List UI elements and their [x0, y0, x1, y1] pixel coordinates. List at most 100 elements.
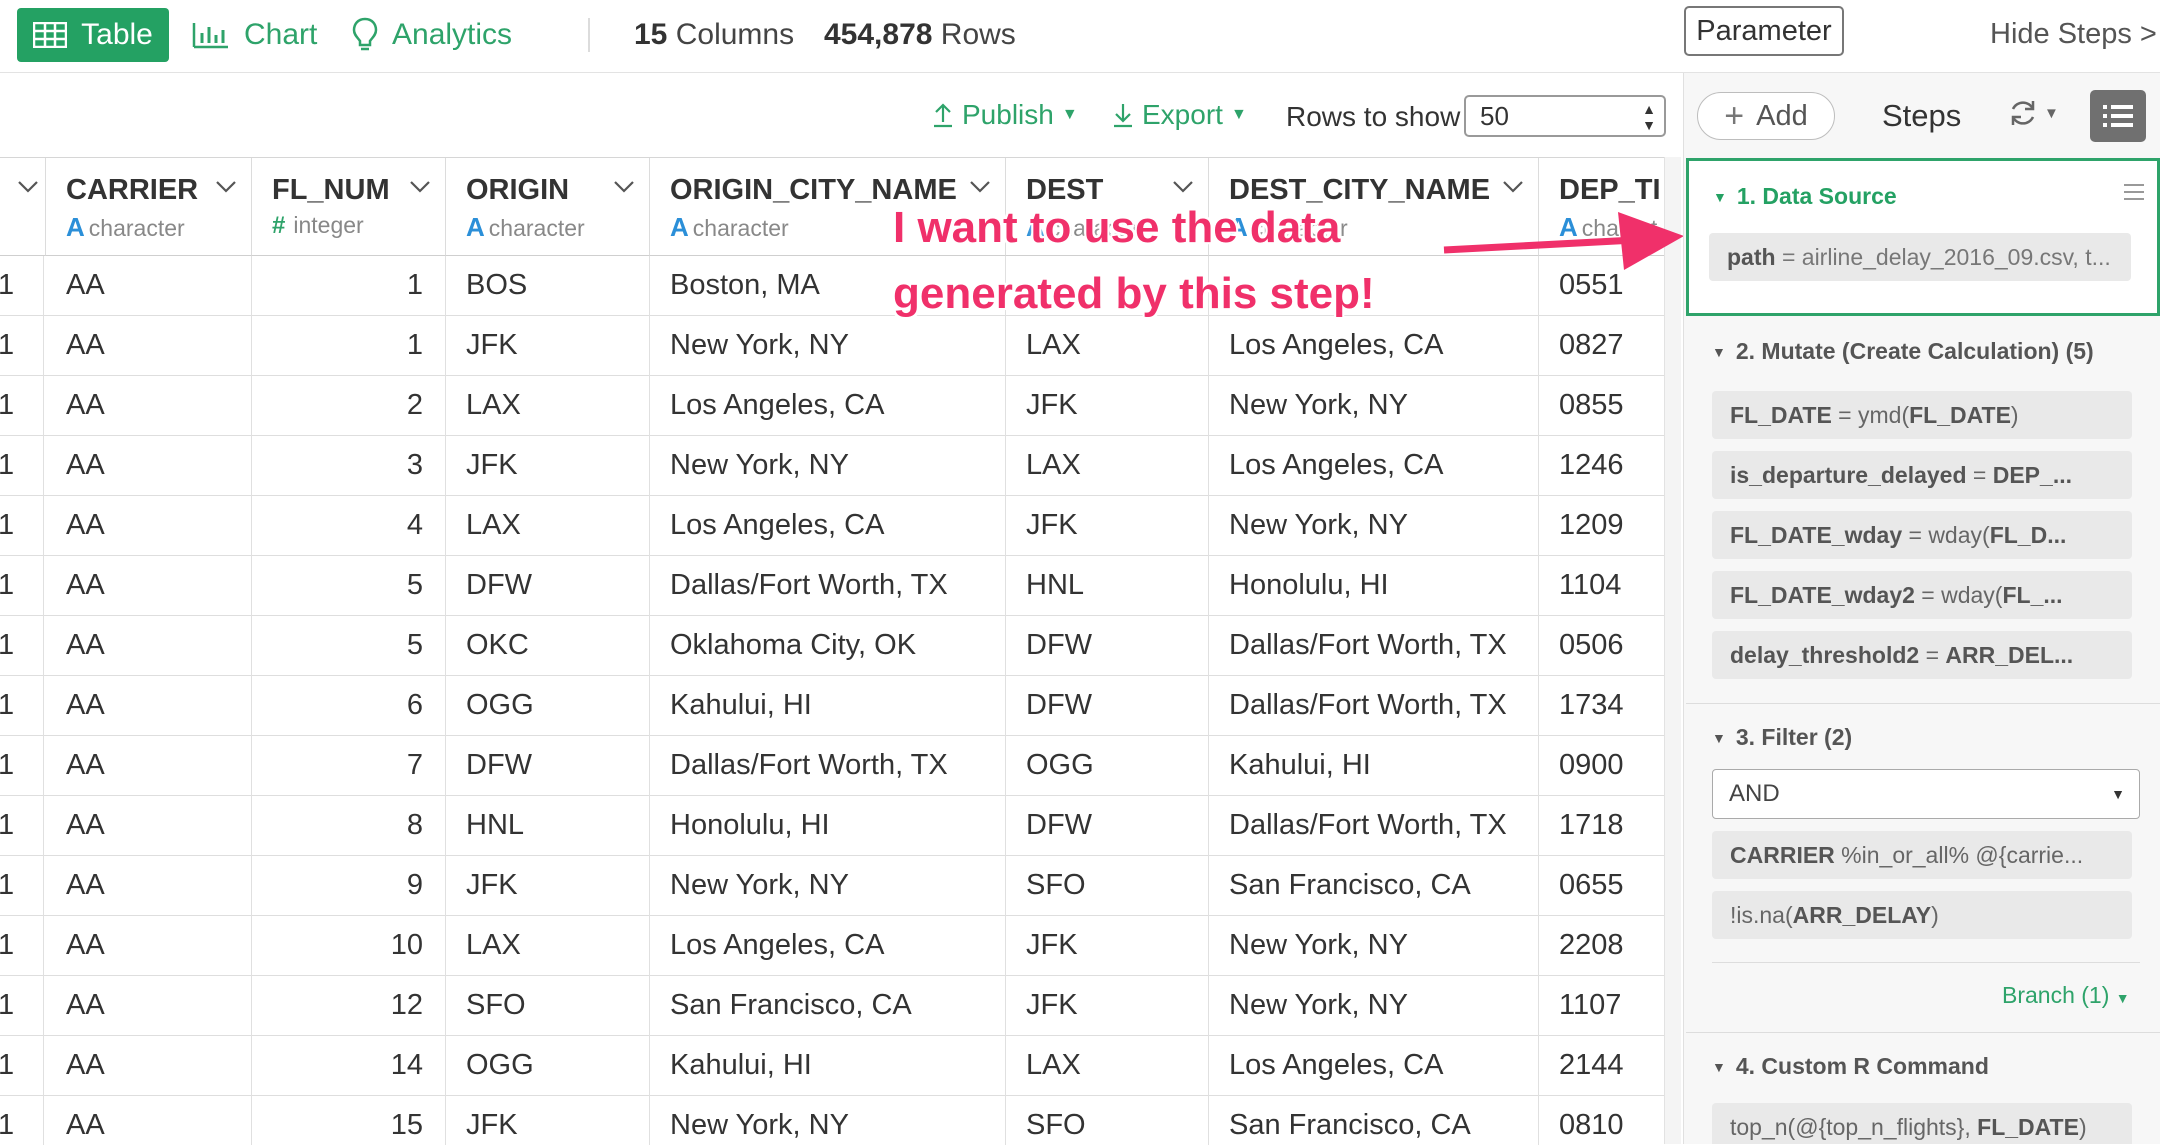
step-detail-chip[interactable]: FL_DATE = ymd(FL_DATE) [1712, 391, 2132, 439]
hamburger-menu-icon[interactable] [2123, 183, 2145, 201]
table-cell-dest-city-name[interactable]: New York, NY [1209, 496, 1539, 556]
step-header[interactable]: ▼ 3. Filter (2) [1712, 724, 1852, 751]
table-cell-row-index[interactable]: 1 [0, 916, 44, 976]
table-row[interactable]: 1AA15JFKNew York, NYSFOSan Francisco, CA… [0, 1096, 1664, 1145]
step-detail-chip[interactable]: top_n(@{top_n_flights}, FL_DATE) [1712, 1103, 2132, 1144]
table-cell-origin-city-name[interactable]: Kahului, HI [650, 1036, 1006, 1096]
table-cell-origin[interactable]: LAX [446, 496, 650, 556]
tab-table[interactable]: Table [17, 8, 169, 62]
table-cell-dep-time[interactable]: 1734 [1539, 676, 1664, 736]
column-menu-chevron-icon[interactable] [1502, 180, 1524, 199]
table-cell-fl-num[interactable]: 2 [252, 376, 446, 436]
table-cell-fl-num[interactable]: 15 [252, 1096, 446, 1145]
table-cell-dest[interactable]: JFK [1006, 496, 1209, 556]
table-cell-dep-time[interactable]: 1104 [1539, 556, 1664, 616]
table-cell-fl-num[interactable]: 5 [252, 616, 446, 676]
table-cell-dest[interactable]: SFO [1006, 856, 1209, 916]
table-cell-fl-num[interactable]: 5 [252, 556, 446, 616]
table-cell-dep-time[interactable]: 0827 [1539, 316, 1664, 376]
table-row[interactable]: 1AA5DFWDallas/Fort Worth, TXHNLHonolulu,… [0, 556, 1664, 616]
table-cell-row-index[interactable]: 1 [0, 796, 44, 856]
table-cell-dest[interactable]: JFK [1006, 376, 1209, 436]
table-cell-origin[interactable]: OGG [446, 676, 650, 736]
table-cell-origin-city-name[interactable]: San Francisco, CA [650, 976, 1006, 1036]
table-cell-dep-time[interactable]: 0655 [1539, 856, 1664, 916]
table-cell-carrier[interactable]: AA [46, 1036, 252, 1096]
table-cell-row-index[interactable]: 1 [0, 856, 44, 916]
table-scrollbar[interactable] [1664, 157, 1681, 1144]
hide-steps-link[interactable]: Hide Steps > [1990, 18, 2157, 51]
column-menu-chevron-icon[interactable] [215, 180, 237, 199]
table-cell-dest-city-name[interactable]: Dallas/Fort Worth, TX [1209, 796, 1539, 856]
table-cell-origin-city-name[interactable]: Los Angeles, CA [650, 916, 1006, 976]
table-cell-origin[interactable]: LAX [446, 916, 650, 976]
table-cell-origin[interactable]: JFK [446, 436, 650, 496]
table-cell-fl-num[interactable]: 1 [252, 256, 446, 316]
table-cell-carrier[interactable]: AA [46, 796, 252, 856]
step-header[interactable]: ▼ 2. Mutate (Create Calculation) (5) [1712, 338, 2094, 365]
table-cell-carrier[interactable]: AA [46, 556, 252, 616]
table-cell-origin[interactable]: LAX [446, 376, 650, 436]
step-header[interactable]: ▼ 1. Data Source [1713, 183, 1897, 210]
table-cell-dest[interactable]: DFW [1006, 796, 1209, 856]
table-row[interactable]: 1AA4LAXLos Angeles, CAJFKNew York, NY120… [0, 496, 1664, 556]
table-cell-fl-num[interactable]: 6 [252, 676, 446, 736]
table-cell-origin-city-name[interactable]: Dallas/Fort Worth, TX [650, 736, 1006, 796]
table-cell-origin[interactable]: DFW [446, 736, 650, 796]
table-cell-fl-num[interactable]: 1 [252, 316, 446, 376]
table-cell-carrier[interactable]: AA [46, 616, 252, 676]
table-cell-dep-time[interactable]: 2144 [1539, 1036, 1664, 1096]
table-cell-row-index[interactable]: 1 [0, 676, 44, 736]
table-cell-carrier[interactable]: AA [46, 436, 252, 496]
table-cell-carrier[interactable]: AA [46, 256, 252, 316]
table-cell-dep-time[interactable]: 0855 [1539, 376, 1664, 436]
table-cell-dep-time[interactable]: 0810 [1539, 1096, 1664, 1145]
table-cell-dest[interactable]: JFK [1006, 976, 1209, 1036]
step-detail-chip[interactable]: is_departure_delayed = DEP_... [1712, 451, 2132, 499]
refresh-menu-button[interactable]: ▼ [2008, 98, 2059, 128]
table-cell-dest[interactable]: DFW [1006, 676, 1209, 736]
step-detail-chip[interactable]: path = airline_delay_2016_09.csv, t... [1709, 233, 2131, 281]
step-detail-chip[interactable]: CARRIER %in_or_all% @{carrie... [1712, 831, 2132, 879]
table-row[interactable]: 1AA7DFWDallas/Fort Worth, TXOGGKahului, … [0, 736, 1664, 796]
table-cell-fl-num[interactable]: 12 [252, 976, 446, 1036]
table-cell-origin[interactable]: OKC [446, 616, 650, 676]
table-cell-origin-city-name[interactable]: New York, NY [650, 436, 1006, 496]
table-cell-carrier[interactable]: AA [46, 316, 252, 376]
table-cell-row-index[interactable]: 1 [0, 1096, 44, 1145]
table-row[interactable]: 1AA2LAXLos Angeles, CAJFKNew York, NY085… [0, 376, 1664, 436]
step-data-source[interactable]: ▼ 1. Data Source path = airline_delay_20… [1686, 158, 2160, 316]
column-header-fl-num[interactable]: FL_NUM # integer [252, 158, 446, 256]
column-header-origin[interactable]: ORIGIN Acharacter [446, 158, 650, 256]
table-cell-row-index[interactable]: 1 [0, 496, 44, 556]
table-cell-origin-city-name[interactable]: New York, NY [650, 1096, 1006, 1145]
branch-menu-button[interactable]: Branch (1) ▼ [2002, 982, 2130, 1009]
table-cell-origin-city-name[interactable]: New York, NY [650, 856, 1006, 916]
table-cell-origin-city-name[interactable]: Los Angeles, CA [650, 496, 1006, 556]
tab-analytics[interactable]: Analytics [352, 8, 512, 62]
table-cell-dest-city-name[interactable]: San Francisco, CA [1209, 1096, 1539, 1145]
table-row[interactable]: 1AA14OGGKahului, HILAXLos Angeles, CA214… [0, 1036, 1664, 1096]
table-cell-origin[interactable]: DFW [446, 556, 650, 616]
table-cell-fl-num[interactable]: 9 [252, 856, 446, 916]
table-cell-dep-time[interactable]: 0900 [1539, 736, 1664, 796]
table-row[interactable]: 1AA8HNLHonolulu, HIDFWDallas/Fort Worth,… [0, 796, 1664, 856]
step-detail-chip[interactable]: !is.na(ARR_DELAY) [1712, 891, 2132, 939]
table-cell-dep-time[interactable]: 1209 [1539, 496, 1664, 556]
column-menu-chevron-icon[interactable] [409, 180, 431, 199]
table-cell-row-index[interactable]: 1 [0, 736, 44, 796]
table-cell-row-index[interactable]: 1 [0, 436, 44, 496]
table-cell-fl-num[interactable]: 8 [252, 796, 446, 856]
table-cell-origin-city-name[interactable]: Los Angeles, CA [650, 376, 1006, 436]
table-cell-dest-city-name[interactable]: Honolulu, HI [1209, 556, 1539, 616]
column-menu-chevron-icon[interactable] [17, 180, 39, 199]
table-row[interactable]: 1AA10LAXLos Angeles, CAJFKNew York, NY22… [0, 916, 1664, 976]
table-cell-row-index[interactable]: 1 [0, 976, 44, 1036]
table-cell-origin[interactable]: JFK [446, 856, 650, 916]
step-detail-chip[interactable]: FL_DATE_wday2 = wday(FL_... [1712, 571, 2132, 619]
table-cell-carrier[interactable]: AA [46, 856, 252, 916]
table-cell-dep-time[interactable]: 2208 [1539, 916, 1664, 976]
add-step-button[interactable]: + Add [1697, 92, 1835, 140]
table-cell-carrier[interactable]: AA [46, 496, 252, 556]
table-row[interactable]: 1AA3JFKNew York, NYLAXLos Angeles, CA124… [0, 436, 1664, 496]
